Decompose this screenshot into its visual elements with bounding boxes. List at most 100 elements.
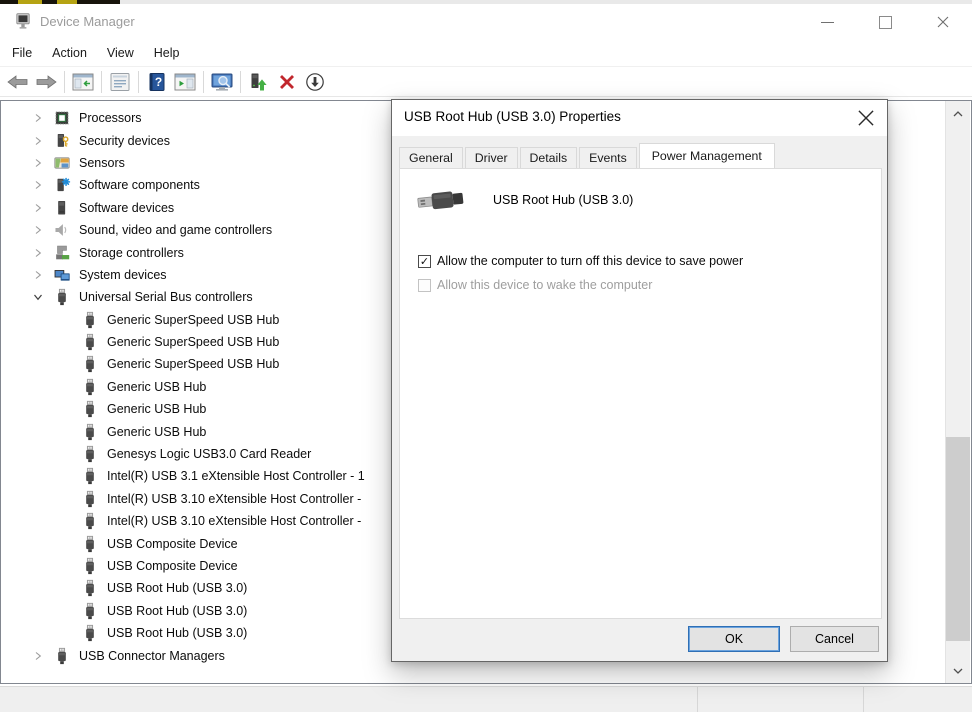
close-button[interactable] [914, 4, 972, 40]
tree-item-label: USB Root Hub (USB 3.0) [107, 604, 247, 618]
properties-icon[interactable] [106, 69, 134, 95]
tree-item-label: Processors [79, 111, 142, 125]
device-name: USB Root Hub (USB 3.0) [493, 193, 633, 207]
usb-icon [81, 311, 99, 329]
dialog-titlebar: USB Root Hub (USB 3.0) Properties [392, 100, 887, 136]
window-title: Device Manager [40, 14, 135, 29]
tree-item-label: Universal Serial Bus controllers [79, 290, 253, 304]
chevron-right-icon[interactable] [29, 158, 47, 168]
help-icon[interactable]: ? [143, 69, 171, 95]
chevron-right-icon[interactable] [29, 203, 47, 213]
disable-device-icon[interactable] [301, 69, 329, 95]
chevron-right-icon[interactable] [29, 651, 47, 661]
tree-item-label: Intel(R) USB 3.10 eXtensible Host Contro… [107, 492, 361, 506]
ok-button[interactable]: OK [688, 626, 780, 652]
tree-item-label: Intel(R) USB 3.10 eXtensible Host Contro… [107, 514, 361, 528]
toolbar: ? [0, 68, 972, 97]
toolbar-separator [101, 71, 102, 93]
scroll-down-icon[interactable] [946, 658, 970, 683]
usb-icon [81, 445, 99, 463]
usb-icon [81, 378, 99, 396]
device-manager-window: Device Manager File Action View Help ? Proc… [0, 0, 972, 712]
storage-icon [53, 244, 71, 262]
action-pane-icon[interactable] [171, 69, 199, 95]
chevron-right-icon[interactable] [29, 180, 47, 190]
tab-details[interactable]: Details [520, 147, 578, 168]
usb-icon [81, 467, 99, 485]
toolbar-separator [240, 71, 241, 93]
tab-general[interactable]: General [399, 147, 463, 168]
chevron-right-icon[interactable] [29, 225, 47, 235]
tree-item-label: USB Composite Device [107, 537, 238, 551]
console-tree-icon[interactable] [69, 69, 97, 95]
usb-icon [81, 490, 99, 508]
chevron-right-icon[interactable] [29, 136, 47, 146]
tree-item-label: Generic SuperSpeed USB Hub [107, 357, 279, 371]
menubar: File Action View Help [0, 40, 972, 67]
tree-item-label: Generic USB Hub [107, 402, 206, 416]
properties-dialog: USB Root Hub (USB 3.0) Properties Genera… [391, 99, 888, 662]
checkbox-unchecked-icon [418, 279, 431, 292]
tab-events[interactable]: Events [579, 147, 637, 168]
tree-item-label: Generic SuperSpeed USB Hub [107, 335, 279, 349]
usb-icon [81, 624, 99, 642]
power-option-row: Allow this device to wake the computer [418, 273, 865, 297]
tab-driver[interactable]: Driver [465, 147, 518, 168]
usb-icon [81, 535, 99, 553]
chevron-right-icon[interactable] [29, 248, 47, 258]
tree-item-label: USB Root Hub (USB 3.0) [107, 626, 247, 640]
tree-item-label: System devices [79, 268, 167, 282]
dialog-title: USB Root Hub (USB 3.0) Properties [404, 109, 621, 124]
scan-hardware-icon[interactable] [208, 69, 236, 95]
minimize-button[interactable] [798, 4, 856, 40]
sensors-icon [53, 154, 71, 172]
usb-icon [53, 288, 71, 306]
tree-item-label: USB Connector Managers [79, 649, 225, 663]
cpu-icon [53, 109, 71, 127]
chevron-down-icon[interactable] [29, 293, 47, 301]
tree-item-label: Generic USB Hub [107, 380, 206, 394]
nav-forward-icon[interactable] [32, 69, 60, 95]
uninstall-device-icon[interactable] [273, 69, 301, 95]
scroll-up-icon[interactable] [946, 101, 970, 126]
menu-view[interactable]: View [107, 46, 134, 60]
maximize-button[interactable] [856, 4, 914, 40]
usb-plug-icon [416, 185, 466, 216]
sound-icon [53, 221, 71, 239]
usb-icon [81, 557, 99, 575]
vertical-scrollbar[interactable] [945, 101, 970, 683]
background-statusbar-sliver [0, 686, 972, 712]
tree-item-label: Genesys Logic USB3.0 Card Reader [107, 447, 311, 461]
checkbox-label: Allow the computer to turn off this devi… [437, 254, 743, 268]
chevron-right-icon[interactable] [29, 113, 47, 123]
update-driver-icon[interactable] [245, 69, 273, 95]
usb-icon [53, 647, 71, 665]
usb-icon [81, 579, 99, 597]
usb-icon [81, 355, 99, 373]
tree-item-label: Software components [79, 178, 200, 192]
menu-file[interactable]: File [12, 46, 32, 60]
scrollbar-thumb[interactable] [946, 437, 970, 641]
toolbar-separator [203, 71, 204, 93]
tree-item-label: Generic SuperSpeed USB Hub [107, 313, 279, 327]
checkbox-checked-icon[interactable]: ✓ [418, 255, 431, 268]
power-options: ✓ Allow the computer to turn off this dev… [418, 249, 865, 297]
tree-item-label: Software devices [79, 201, 174, 215]
toolbar-separator [64, 71, 65, 93]
titlebar: Device Manager [0, 4, 972, 40]
usb-icon [81, 602, 99, 620]
dialog-close-icon[interactable] [857, 109, 875, 127]
tree-item-label: USB Root Hub (USB 3.0) [107, 581, 247, 595]
cancel-button[interactable]: Cancel [790, 626, 879, 652]
menu-action[interactable]: Action [52, 46, 87, 60]
power-option-row[interactable]: ✓ Allow the computer to turn off this dev… [418, 249, 865, 273]
nav-back-icon[interactable] [4, 69, 32, 95]
chevron-right-icon[interactable] [29, 270, 47, 280]
svg-text:?: ? [155, 75, 162, 89]
toolbar-separator [138, 71, 139, 93]
security-icon [53, 132, 71, 150]
menu-help[interactable]: Help [154, 46, 180, 60]
tab-power-management[interactable]: Power Management [639, 143, 775, 168]
tree-item-label: Intel(R) USB 3.1 eXtensible Host Control… [107, 469, 365, 483]
tree-item-label: Generic USB Hub [107, 425, 206, 439]
